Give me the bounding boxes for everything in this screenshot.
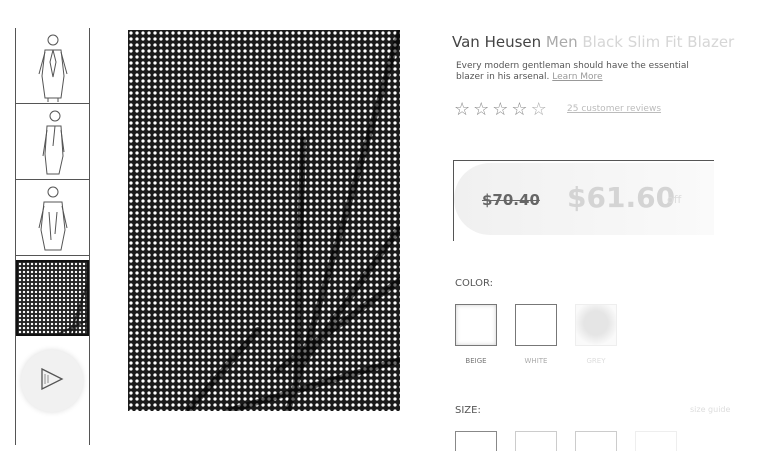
current-price: $61.60 [567, 181, 676, 214]
product-title-main: Van Heusen [452, 33, 546, 51]
discount-label: off [667, 193, 682, 206]
star-icon[interactable]: ☆ [454, 101, 470, 119]
product-title: Van Heusen Men Black Slim Fit Blazer [452, 33, 734, 51]
thumbnail-front[interactable] [16, 28, 89, 104]
product-title-mid: Men [545, 33, 583, 51]
color-swatch-white[interactable] [515, 304, 557, 346]
fabric-fold-icon [57, 281, 88, 334]
fabric-fold-lines [185, 30, 400, 411]
rating-stars[interactable]: ☆ ☆ ☆ ☆ ☆ [454, 101, 547, 119]
color-name-beige: BEIGE [465, 357, 487, 365]
reviews-link[interactable]: 25 customer reviews [567, 104, 661, 114]
product-title-faded: Black Slim Fit Blazer [582, 33, 735, 51]
color-name-white: WHITE [524, 357, 548, 365]
suit-front-icon [38, 34, 67, 102]
size-guide-link[interactable]: size guide [690, 405, 730, 414]
price-box: $70.40 $61.60 off [453, 160, 714, 241]
main-product-image [128, 30, 400, 411]
video-thumbnail[interactable] [16, 340, 89, 420]
description-text-faded: in his arsenal. [486, 72, 553, 82]
color-swatch-beige[interactable] [455, 304, 497, 346]
suit-back-icon [38, 186, 67, 251]
price-pill: $70.40 $61.60 off [454, 163, 714, 235]
color-swatch-grey[interactable] [575, 304, 617, 346]
thumbnail-side[interactable] [16, 104, 89, 180]
size-option[interactable] [455, 431, 497, 451]
thumbnail-back[interactable] [16, 180, 89, 256]
product-description: Every modern gentleman should have the e… [456, 61, 716, 83]
suit-side-icon [42, 110, 64, 175]
star-icon[interactable]: ☆ [492, 101, 508, 119]
thumbnail-strip [15, 28, 90, 445]
star-icon[interactable]: ☆ [511, 101, 527, 119]
star-icon[interactable]: ☆ [473, 101, 489, 119]
thumbnail-fabric-detail[interactable] [16, 260, 89, 336]
learn-more-link[interactable]: Learn More [552, 72, 602, 82]
size-option[interactable] [575, 431, 617, 451]
star-icon[interactable]: ☆ [531, 101, 547, 119]
size-option[interactable] [515, 431, 557, 451]
color-name-grey: GREY [586, 357, 606, 365]
size-label: SIZE: [455, 405, 481, 416]
size-option[interactable] [635, 431, 677, 451]
play-icon [41, 368, 64, 390]
color-label: COLOR: [455, 278, 493, 289]
original-price: $70.40 [482, 191, 540, 209]
